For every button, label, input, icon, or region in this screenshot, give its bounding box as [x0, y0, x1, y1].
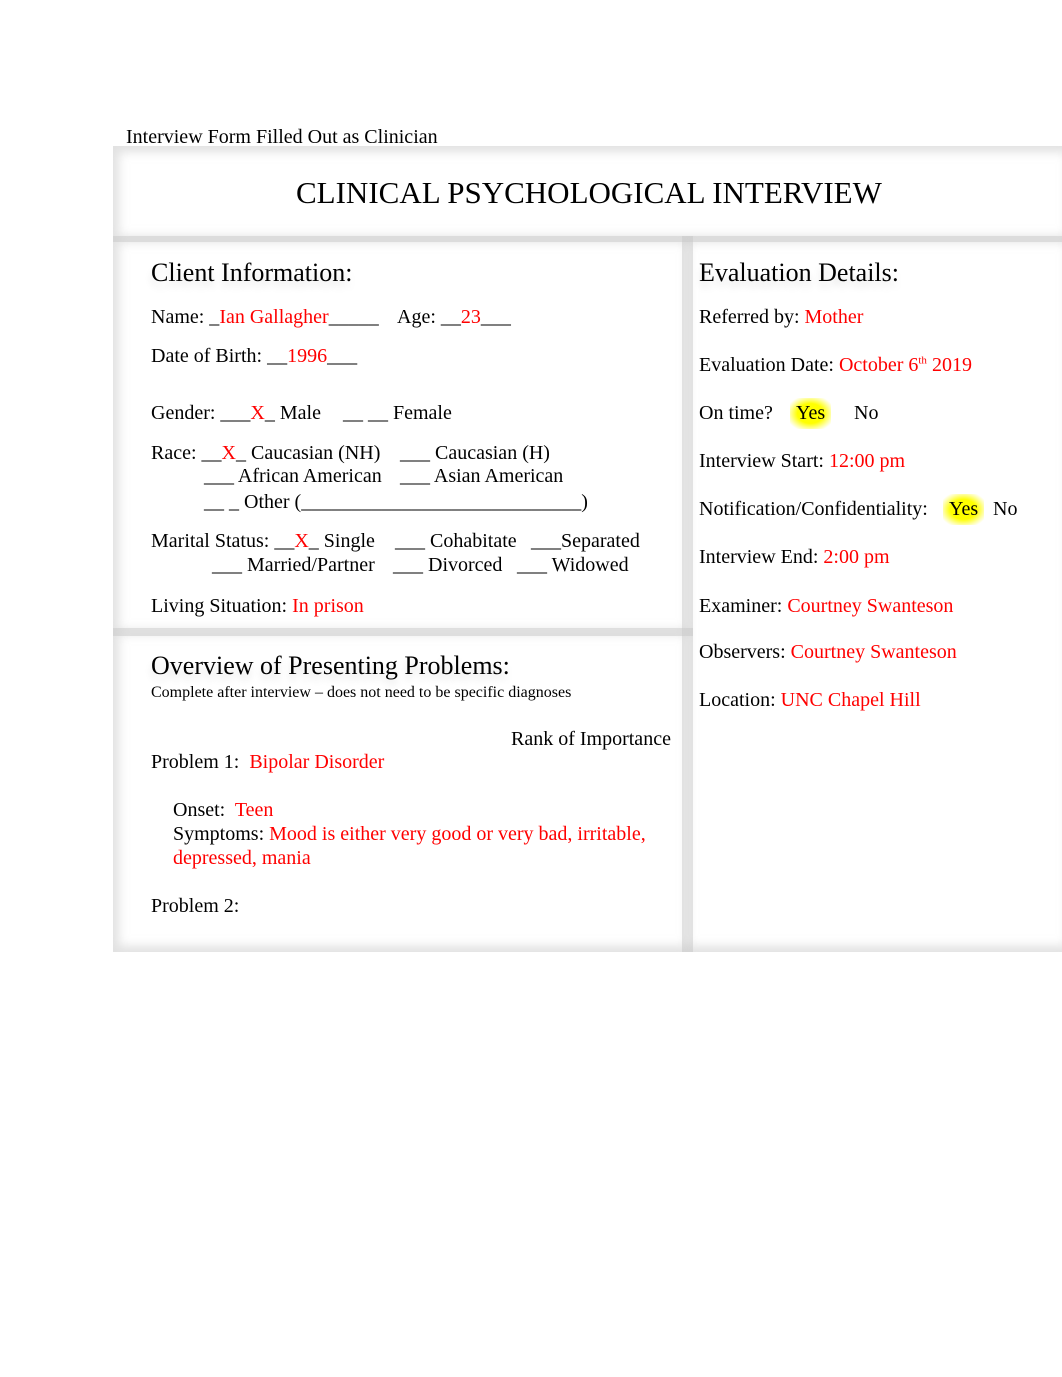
- client-info-heading: Client Information:: [151, 258, 353, 287]
- examiner-value: Courtney Swanteson: [787, 595, 954, 617]
- notification-no-option[interactable]: No: [993, 498, 1017, 521]
- problem-1[interactable]: Problem 1: Bipolar Disorder: [151, 751, 384, 774]
- referred-label: Referred by:: [699, 306, 805, 328]
- race-field[interactable]: Race: __X_ Caucasian (NH): [151, 442, 380, 465]
- interview-end-value: 2:00 pm: [823, 546, 890, 568]
- gender-mark: X: [250, 402, 265, 424]
- gender-field[interactable]: Gender: ___X_ Male: [151, 402, 321, 425]
- interview-end-label: Interview End:: [699, 546, 824, 568]
- marital-option: _ Single: [308, 530, 375, 552]
- observers-label: Observers:: [699, 641, 791, 663]
- interview-start-label: Interview Start:: [699, 450, 829, 472]
- on-time-label: On time?: [699, 402, 773, 424]
- marital-option[interactable]: ___ Cohabitate: [395, 530, 517, 553]
- interview-start-field[interactable]: Interview Start: 12:00 pm: [699, 450, 905, 473]
- living-field[interactable]: Living Situation: In prison: [151, 595, 364, 618]
- dob-value: 1996: [287, 345, 328, 367]
- gender-male-option: _ Male: [264, 402, 321, 424]
- name-label: Name: _: [151, 306, 220, 328]
- location-label: Location:: [699, 689, 781, 711]
- gender-female-option[interactable]: __ __ Female: [343, 402, 452, 425]
- race-option[interactable]: ___ African American: [204, 465, 382, 488]
- problems-heading: Overview of Presenting Problems:: [151, 651, 510, 680]
- on-time-no-option[interactable]: No: [854, 402, 878, 425]
- evaluation-heading: Evaluation Details:: [699, 258, 900, 287]
- living-label: Living Situation:: [151, 595, 293, 617]
- race-option[interactable]: ___ Caucasian (H): [400, 442, 550, 465]
- location-field[interactable]: Location: UNC Chapel Hill: [699, 689, 921, 712]
- evaluation-date-field[interactable]: Evaluation Date: October 6th 2019: [699, 354, 972, 377]
- dob-blank: ___: [327, 345, 358, 367]
- interview-start-value: 12:00 pm: [828, 450, 906, 472]
- onset-field[interactable]: Onset: Teen: [173, 799, 273, 822]
- observers-value: Courtney Swanteson: [790, 641, 957, 663]
- evaluation-date-value: October 6th 2019: [838, 354, 972, 376]
- examiner-field[interactable]: Examiner: Courtney Swanteson: [699, 595, 953, 618]
- age-field[interactable]: Age: __23___: [397, 306, 511, 329]
- referred-value: Mother: [804, 306, 864, 328]
- race-mark: X: [221, 442, 236, 464]
- name-value: Ian Gallagher: [219, 306, 329, 328]
- living-value: In prison: [292, 595, 364, 617]
- race-option-other[interactable]: __ _ Other (____________________________…: [204, 491, 588, 514]
- gender-label: Gender: ___: [151, 402, 251, 424]
- on-time-yes-option[interactable]: Yes: [790, 398, 832, 429]
- symptoms-label: Symptoms:: [173, 823, 270, 845]
- symptoms-field[interactable]: Symptoms: Mood is either very good or ve…: [173, 823, 646, 846]
- evaluation-date-label: Evaluation Date:: [699, 354, 839, 376]
- race-option[interactable]: ___ Asian American: [400, 465, 563, 488]
- location-value: UNC Chapel Hill: [780, 689, 921, 711]
- name-blank: _____: [328, 306, 379, 328]
- interview-end-field[interactable]: Interview End: 2:00 pm: [699, 546, 890, 569]
- rank-label: Rank of Importance: [511, 728, 671, 750]
- evaluation-box: [682, 236, 1062, 952]
- marital-option[interactable]: ___ Married/Partner: [212, 554, 375, 577]
- race-label: Race: __: [151, 442, 222, 464]
- marital-option[interactable]: ___Separated: [531, 530, 640, 553]
- notification-label: Notification/Confidentiality:: [699, 498, 928, 520]
- onset-label: Onset:: [173, 799, 226, 821]
- problem-2-label[interactable]: Problem 2:: [151, 895, 239, 918]
- symptoms-value-cont: depressed, mania: [173, 847, 311, 869]
- age-value: 23: [460, 306, 481, 328]
- problem-1-value: Bipolar Disorder: [249, 751, 385, 773]
- symptoms-value: Mood is either very good or very bad, ir…: [269, 823, 646, 845]
- onset-value: Teen: [234, 799, 274, 821]
- age-blank: ___: [480, 306, 511, 328]
- race-option: _ Caucasian (NH): [235, 442, 381, 464]
- page-title: CLINICAL PSYCHOLOGICAL INTERVIEW: [296, 175, 882, 210]
- referred-field[interactable]: Referred by: Mother: [699, 306, 863, 329]
- observers-field[interactable]: Observers: Courtney Swanteson: [699, 641, 957, 664]
- marital-option[interactable]: ___ Divorced: [393, 554, 502, 577]
- notification-yes-option[interactable]: Yes: [943, 494, 985, 525]
- problem-1-label: Problem 1:: [151, 751, 240, 773]
- examiner-label: Examiner:: [699, 595, 788, 617]
- dob-label: Date of Birth: __: [151, 345, 288, 367]
- name-field[interactable]: Name: _Ian Gallagher_____: [151, 306, 379, 329]
- problems-subtitle: Complete after interview – does not need…: [151, 684, 572, 701]
- marital-label: Marital Status: __: [151, 530, 295, 552]
- marital-mark: X: [294, 530, 309, 552]
- marital-field[interactable]: Marital Status: __X_ Single: [151, 530, 375, 553]
- age-label: Age: __: [397, 306, 461, 328]
- dob-field[interactable]: Date of Birth: __1996___: [151, 345, 357, 368]
- marital-option[interactable]: ___ Widowed: [517, 554, 629, 577]
